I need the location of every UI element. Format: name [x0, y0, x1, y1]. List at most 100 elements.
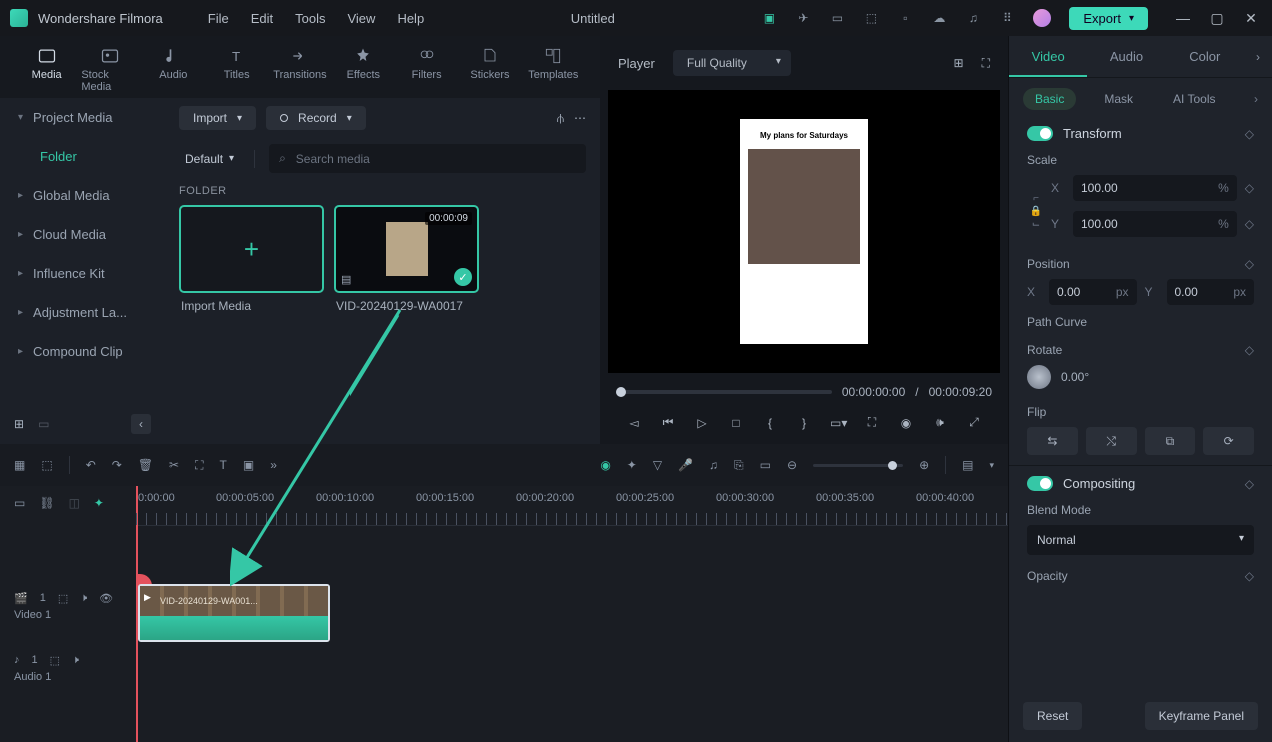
pointer-tool-icon[interactable]: ▦: [14, 458, 25, 472]
timeline-ruler[interactable]: 0:00:00 00:00:05:00 00:00:10:00 00:00:15…: [136, 486, 1008, 526]
ratio-select[interactable]: ▭▾: [830, 416, 846, 430]
track-sync-icon[interactable]: ▭: [14, 496, 25, 516]
scale-link-icon[interactable]: ⌐🔒⌙: [1027, 193, 1045, 230]
track-lock-icon[interactable]: ⬚: [58, 592, 68, 605]
zoom-out-icon[interactable]: ⊖: [787, 458, 797, 472]
save-icon[interactable]: ▫: [897, 10, 913, 26]
text-tool-icon[interactable]: T: [220, 458, 227, 472]
tab-filters[interactable]: Filters: [398, 46, 455, 98]
position-x-input[interactable]: 0.00px: [1049, 279, 1137, 305]
track-snap-icon[interactable]: ✦: [94, 496, 104, 516]
monitor-icon[interactable]: ⬚: [863, 10, 879, 26]
headphones-icon[interactable]: ♫: [965, 10, 981, 26]
tab-audio-props[interactable]: Audio: [1087, 36, 1165, 77]
timeline-settings-icon[interactable]: ▤: [962, 458, 973, 472]
playback-scrubber[interactable]: [616, 390, 832, 394]
gift-icon[interactable]: ▣: [761, 10, 777, 26]
subtab-mask[interactable]: Mask: [1092, 88, 1145, 110]
crop-button[interactable]: ⛶: [195, 458, 203, 473]
track-mute-icon[interactable]: 🕨: [80, 592, 87, 605]
folder-icon[interactable]: ▭: [38, 417, 49, 431]
collapse-sidebar-button[interactable]: ‹: [131, 414, 151, 434]
record-button[interactable]: Record▾: [266, 106, 366, 130]
tab-video-props[interactable]: Video: [1009, 36, 1087, 77]
device-icon[interactable]: ▭: [829, 10, 845, 26]
grid-view-icon[interactable]: ⊞: [954, 56, 964, 70]
keyframe-icon[interactable]: ◇: [1245, 257, 1254, 271]
media-clip-card[interactable]: 00:00:09 ▤ ✓ VID-20240129-WA0017: [334, 205, 479, 319]
flip-vertical-button[interactable]: ⤭: [1086, 427, 1137, 455]
more-tabs-icon[interactable]: ›: [1244, 36, 1272, 77]
undo-button[interactable]: ↶: [86, 458, 96, 472]
sidebar-item-adjustment-layer[interactable]: ▸Adjustment La...: [0, 293, 165, 332]
cut-button[interactable]: ✂: [169, 458, 179, 472]
sidebar-item-influence-kit[interactable]: ▸Influence Kit: [0, 254, 165, 293]
stop-button[interactable]: □: [728, 416, 744, 430]
tab-effects[interactable]: Effects: [335, 46, 392, 98]
minimize-button[interactable]: —: [1172, 10, 1194, 27]
keyframe-panel-button[interactable]: Keyframe Panel: [1145, 702, 1258, 730]
subtab-ai-tools[interactable]: AI Tools: [1161, 88, 1227, 110]
subtab-basic[interactable]: Basic: [1023, 88, 1076, 110]
tab-audio[interactable]: Audio: [145, 46, 202, 98]
blend-mode-select[interactable]: Normal▾: [1027, 525, 1254, 555]
track-magnet-icon[interactable]: ◫: [69, 496, 80, 516]
search-input[interactable]: ⌕Search media: [269, 144, 586, 173]
maximize-button[interactable]: ▢: [1206, 10, 1228, 27]
zoom-slider[interactable]: [813, 464, 903, 467]
mark-out-button[interactable]: }: [796, 416, 812, 430]
prev-frame-button[interactable]: ◅: [626, 416, 642, 430]
track-visible-icon[interactable]: 👁: [99, 592, 113, 605]
menu-help[interactable]: Help: [397, 11, 424, 26]
delete-button[interactable]: 🗑: [138, 458, 153, 472]
quality-select[interactable]: Full Quality▾: [673, 50, 791, 76]
track-mute-icon[interactable]: 🕨: [72, 654, 79, 667]
flip-reset-button[interactable]: ⟳: [1203, 427, 1254, 455]
flip-copy-button[interactable]: ⧉: [1145, 427, 1196, 455]
keyframe-icon[interactable]: ◇: [1245, 181, 1254, 195]
send-icon[interactable]: ✈: [795, 10, 811, 26]
avatar[interactable]: [1033, 9, 1051, 27]
effect-icon[interactable]: ✦: [627, 458, 637, 472]
tab-media[interactable]: Media: [18, 46, 75, 98]
track-link-icon[interactable]: ⛓: [39, 496, 54, 516]
tab-stock-media[interactable]: Stock Media: [81, 46, 138, 98]
sort-select[interactable]: Default▾: [179, 149, 240, 169]
rotate-wheel[interactable]: [1027, 365, 1051, 389]
import-button[interactable]: Import▾: [179, 106, 256, 130]
export-button[interactable]: Export▾: [1069, 7, 1148, 30]
menu-tools[interactable]: Tools: [295, 11, 325, 26]
timeline-clip[interactable]: ▶ VID-20240129-WA001...: [138, 584, 330, 642]
cloud-icon[interactable]: ☁: [931, 10, 947, 26]
menu-edit[interactable]: Edit: [251, 11, 273, 26]
close-button[interactable]: ✕: [1240, 10, 1262, 27]
mixer-icon[interactable]: ♫: [709, 458, 718, 472]
mark-in-button[interactable]: {: [762, 416, 778, 430]
select-tool-icon[interactable]: ⬚: [41, 458, 52, 472]
tab-templates[interactable]: Templates: [525, 46, 582, 98]
sidebar-item-compound-clip[interactable]: ▸Compound Clip: [0, 332, 165, 371]
fullscreen-icon[interactable]: ⛶: [864, 415, 880, 430]
import-media-card[interactable]: + Import Media: [179, 205, 324, 319]
tab-stickers[interactable]: Stickers: [461, 46, 518, 98]
keyframe-icon[interactable]: ◇: [1245, 343, 1254, 357]
tab-transitions[interactable]: Transitions: [271, 46, 328, 98]
keyframe-icon[interactable]: ◇: [1245, 569, 1254, 583]
ai-tool-icon[interactable]: ◉: [600, 458, 610, 472]
zoom-in-icon[interactable]: ⊕: [919, 458, 929, 472]
redo-button[interactable]: ↷: [112, 458, 122, 472]
subtab-more-icon[interactable]: ›: [1254, 92, 1258, 106]
sidebar-item-global-media[interactable]: ▸Global Media: [0, 176, 165, 215]
sidebar-item-folder[interactable]: Folder: [0, 137, 165, 176]
expand-button[interactable]: ⤢: [966, 415, 982, 430]
apps-icon[interactable]: ⠿: [999, 10, 1015, 26]
compositing-toggle[interactable]: [1027, 476, 1053, 491]
marker-icon[interactable]: ▽: [653, 458, 662, 472]
step-back-button[interactable]: ⏮: [660, 415, 676, 430]
menu-file[interactable]: File: [208, 11, 229, 26]
play-button[interactable]: ▷: [694, 416, 710, 430]
link-icon[interactable]: ⎘: [734, 458, 744, 473]
keyframe-icon[interactable]: ◇: [1245, 477, 1254, 491]
filter-icon[interactable]: ⫛: [557, 111, 564, 126]
voice-icon[interactable]: 🎤: [678, 458, 693, 472]
